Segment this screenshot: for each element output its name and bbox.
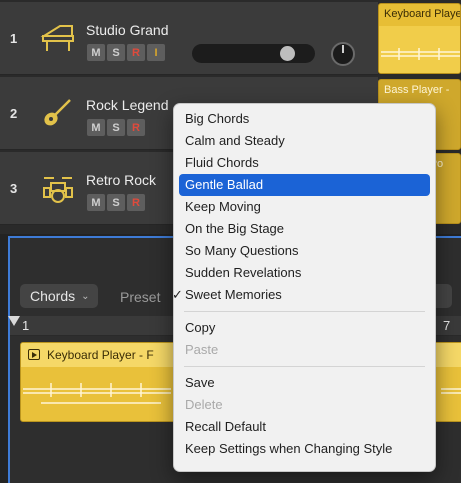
volume-slider-knob[interactable] [280, 46, 295, 61]
pattern-lines [381, 48, 460, 60]
menu-item-sudden-revelations[interactable]: Sudden Revelations [179, 262, 430, 284]
menu-item-keep-settings[interactable]: Keep Settings when Changing Style [179, 438, 430, 460]
menu-item-copy[interactable]: Copy [179, 317, 430, 339]
menu-item-keep-moving[interactable]: Keep Moving [179, 196, 430, 218]
style-context-menu: Big Chords Calm and Steady Fluid Chords … [172, 103, 436, 472]
mute-button[interactable]: M [87, 44, 105, 61]
chords-button-label: Chords [30, 288, 76, 304]
region-play-icon [28, 349, 40, 360]
menu-item-fluid-chords[interactable]: Fluid Chords [179, 152, 430, 174]
menu-item-delete: Delete [185, 397, 223, 412]
guitar-icon [44, 99, 71, 126]
track-number: 1 [10, 30, 18, 46]
pan-knob[interactable] [331, 42, 355, 66]
solo-button[interactable]: S [107, 44, 125, 61]
region-label: Keyboard Player [384, 8, 461, 20]
solo-button[interactable]: S [107, 194, 125, 211]
drum-kit-icon [43, 177, 73, 203]
mute-button[interactable]: M [87, 119, 105, 136]
track-name: Studio Grand [86, 22, 169, 38]
menu-separator [184, 311, 425, 312]
track-number: 3 [10, 180, 18, 196]
playhead-icon[interactable] [8, 316, 20, 326]
ruler-bar-number: 1 [22, 318, 30, 333]
track-header-1[interactable]: 1 Studio Grand M S R I [0, 2, 378, 75]
menu-item-paste: Paste [185, 342, 219, 357]
menu-item-big-chords[interactable]: Big Chords [179, 108, 430, 130]
menu-item-calm-and-steady[interactable]: Calm and Steady [179, 130, 430, 152]
volume-slider[interactable] [192, 44, 315, 63]
record-enable-button[interactable]: R [127, 44, 145, 61]
input-monitor-button[interactable]: I [147, 44, 165, 61]
chords-popup-button[interactable]: Chords ⌄ [20, 284, 98, 308]
menu-item-on-the-big-stage[interactable]: On the Big Stage [179, 218, 430, 240]
logic-main-window: 1 Studio Grand M S R I 2 Rock Legend M S… [0, 0, 461, 483]
solo-button[interactable]: S [107, 119, 125, 136]
chevron-down-icon: ⌄ [81, 290, 90, 302]
region-label: Bass Player - [384, 84, 450, 96]
track-name: Rock Legend [86, 97, 169, 113]
track-number: 2 [10, 105, 18, 121]
menu-item-gentle-ballad[interactable]: Gentle Ballad [179, 174, 430, 196]
piano-icon [40, 25, 74, 51]
region-pattern [379, 26, 460, 73]
editor-region-label: Keyboard Player - F [47, 348, 154, 362]
record-enable-button[interactable]: R [127, 194, 145, 211]
region-keyboard-player[interactable]: Keyboard Player [378, 3, 461, 74]
menu-item-so-many-questions[interactable]: So Many Questions [179, 240, 430, 262]
record-enable-button[interactable]: R [127, 119, 145, 136]
mute-button[interactable]: M [87, 194, 105, 211]
menu-item-recall-default[interactable]: Recall Default [179, 416, 430, 438]
menu-item-sweet-memories[interactable]: ✓ Sweet Memories [172, 284, 430, 306]
track-name: Retro Rock [86, 172, 157, 188]
menu-item-label: Sweet Memories [185, 287, 282, 302]
preset-label: Preset [120, 289, 161, 305]
menu-separator [184, 366, 425, 367]
ruler-bar-number: 7 [443, 318, 451, 333]
menu-item-save[interactable]: Save [179, 372, 430, 394]
checkmark-icon: ✓ [172, 287, 183, 302]
